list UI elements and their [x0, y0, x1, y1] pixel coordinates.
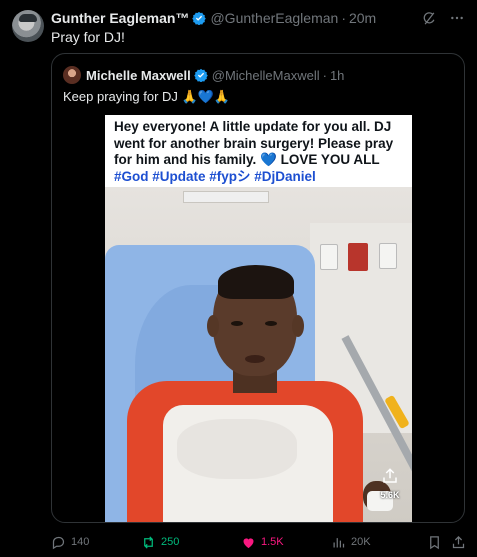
wall-outlet-red — [348, 243, 368, 271]
quote-header: Michelle Maxwell @MichelleMaxwell · 1h — [63, 66, 344, 84]
retweet-button[interactable]: 250 — [141, 532, 179, 552]
tweet-header: Gunther Eagleman™ @GuntherEagleman · 20m — [51, 9, 465, 27]
ear — [292, 315, 304, 337]
caption-hashtags: #God #Update #fypシ #DjDaniel — [114, 168, 316, 184]
quote-author-name: Michelle Maxwell — [86, 67, 191, 83]
quote-video[interactable]: Hey everyone! A little update for you al… — [105, 115, 412, 522]
verified-icon — [192, 11, 207, 25]
video-likes-count: 5.6K — [380, 490, 400, 500]
share-button[interactable] — [451, 532, 466, 552]
hair — [218, 265, 294, 299]
caption-line: for him and his family. 💙 LOVE YOU ALL — [114, 152, 380, 167]
quote-timestamp: 1h — [329, 67, 345, 83]
views-button[interactable]: 20K — [331, 532, 371, 552]
share-overlay-icon — [383, 468, 397, 483]
heart-icon — [243, 537, 254, 548]
eye — [231, 321, 243, 326]
views-count: 20K — [351, 536, 371, 548]
wall-outlet — [320, 244, 338, 270]
ear — [207, 315, 219, 337]
share-icon — [452, 535, 465, 548]
more-icon[interactable] — [449, 10, 465, 26]
views-icon — [333, 537, 345, 547]
reply-button[interactable]: 140 — [51, 532, 89, 552]
author-handle[interactable]: @GuntherEagleman — [210, 10, 338, 26]
caption-line: Hey everyone! A little update for you al… — [114, 119, 392, 134]
video-caption: Hey everyone! A little update for you al… — [105, 115, 412, 187]
separator-dot: · — [341, 10, 346, 26]
author-name[interactable]: Gunther Eagleman™ — [51, 10, 189, 26]
action-bar: 140 250 1.5K 20K — [51, 532, 471, 552]
caption-line: went for another brain surgery! Please p… — [114, 135, 394, 151]
timestamp[interactable]: 20m — [349, 10, 376, 26]
blanket-fold — [177, 419, 297, 479]
reply-count: 140 — [71, 536, 90, 548]
quote-author-handle: @MichelleMaxwell — [211, 67, 320, 83]
quote-text: Keep praying for DJ 🙏💙🙏 — [63, 89, 231, 104]
like-button[interactable]: 1.5K — [241, 532, 284, 552]
eye — [265, 321, 277, 326]
bookmark-icon — [430, 535, 439, 549]
retweet-icon — [144, 535, 153, 549]
mouth — [245, 355, 265, 363]
wall-outlet — [379, 243, 397, 269]
reply-icon — [52, 536, 65, 549]
retweet-count: 250 — [161, 536, 180, 548]
avatar[interactable] — [12, 10, 44, 42]
quote-avatar — [63, 66, 81, 84]
separator-dot: · — [322, 67, 327, 83]
ceiling-vent — [183, 191, 269, 203]
video-frame: 5.6K — [105, 187, 412, 522]
tweet[interactable]: Gunther Eagleman™ @GuntherEagleman · 20m… — [0, 0, 477, 557]
video-likes: 5.6K — [376, 467, 404, 500]
quoted-tweet[interactable]: Michelle Maxwell @MichelleMaxwell · 1h K… — [51, 53, 465, 523]
bookmark-button[interactable] — [427, 532, 442, 552]
grok-icon[interactable] — [421, 10, 437, 26]
tweet-text: Pray for DJ! — [51, 29, 125, 45]
like-count: 1.5K — [261, 536, 284, 548]
verified-icon — [193, 68, 208, 82]
